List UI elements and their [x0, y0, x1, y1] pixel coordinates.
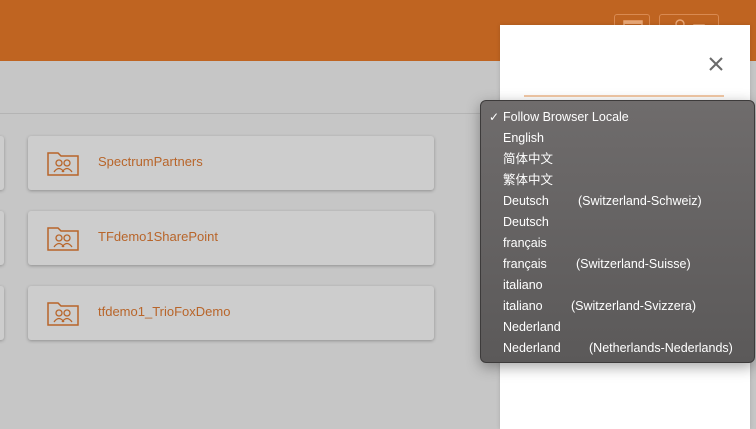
partial-card[interactable] — [0, 136, 4, 190]
language-option-label: français — [503, 236, 547, 250]
content-divider — [0, 113, 500, 114]
language-option-label: Follow Browser Locale — [503, 110, 629, 124]
language-option[interactable]: Deutsch (Switzerland-Schweiz) — [481, 191, 754, 212]
language-option[interactable]: italiano — [481, 275, 754, 296]
language-option-label: français — [503, 257, 547, 271]
folder-card[interactable]: TFdemo1SharePoint — [28, 211, 434, 265]
checkmark-icon: ✓ — [489, 110, 500, 124]
language-option-label: Deutsch — [503, 215, 549, 229]
language-option-label: italiano — [503, 299, 543, 313]
language-option[interactable]: ✓ Follow Browser Locale — [481, 107, 754, 128]
language-option[interactable]: English — [481, 128, 754, 149]
language-option-label: Nederland — [503, 320, 561, 334]
language-dropdown-menu: ✓ Follow Browser Locale English 简体中文繁体中文 Deu… — [480, 100, 755, 363]
folder-name: tfdemo1_TrioFoxDemo — [98, 304, 231, 319]
language-option[interactable]: Deutsch — [481, 212, 754, 233]
language-option[interactable]: français (Switzerland-Suisse) — [481, 254, 754, 275]
language-option-label: 繁体中文 — [503, 173, 554, 187]
language-option[interactable]: français — [481, 233, 754, 254]
partial-card[interactable] — [0, 286, 4, 340]
shared-folder-icon — [47, 227, 79, 251]
language-option-region: (Switzerland-Suisse) — [576, 257, 691, 271]
language-option[interactable]: Nederland — [481, 317, 754, 338]
language-option-label: Deutsch — [503, 194, 549, 208]
language-option-region: (Netherlands-Nederlands) — [589, 341, 733, 355]
language-option[interactable]: 简体中文 — [481, 149, 754, 170]
language-option-region: (Switzerland-Svizzera) — [571, 299, 697, 313]
folder-name: TFdemo1SharePoint — [98, 229, 218, 244]
language-option[interactable]: 繁体中文 — [481, 170, 754, 191]
folder-name: SpectrumPartners — [98, 154, 203, 169]
shared-folder-icon — [47, 302, 79, 326]
language-option[interactable]: Nederland (Netherlands-Nederlands) — [481, 338, 754, 359]
folder-card[interactable]: tfdemo1_TrioFoxDemo — [28, 286, 434, 340]
language-option-label: italiano — [503, 278, 543, 292]
language-option-label: English — [503, 131, 544, 145]
language-option-region: (Switzerland-Schweiz) — [578, 194, 702, 208]
shared-folder-icon — [47, 152, 79, 176]
language-option-label: Nederland — [503, 341, 561, 355]
close-icon[interactable] — [707, 55, 725, 73]
language-option-label: 简体中文 — [503, 152, 554, 166]
language-option[interactable]: italiano (Switzerland-Svizzera) — [481, 296, 754, 317]
partial-card[interactable] — [0, 211, 4, 265]
folder-card[interactable]: SpectrumPartners — [28, 136, 434, 190]
